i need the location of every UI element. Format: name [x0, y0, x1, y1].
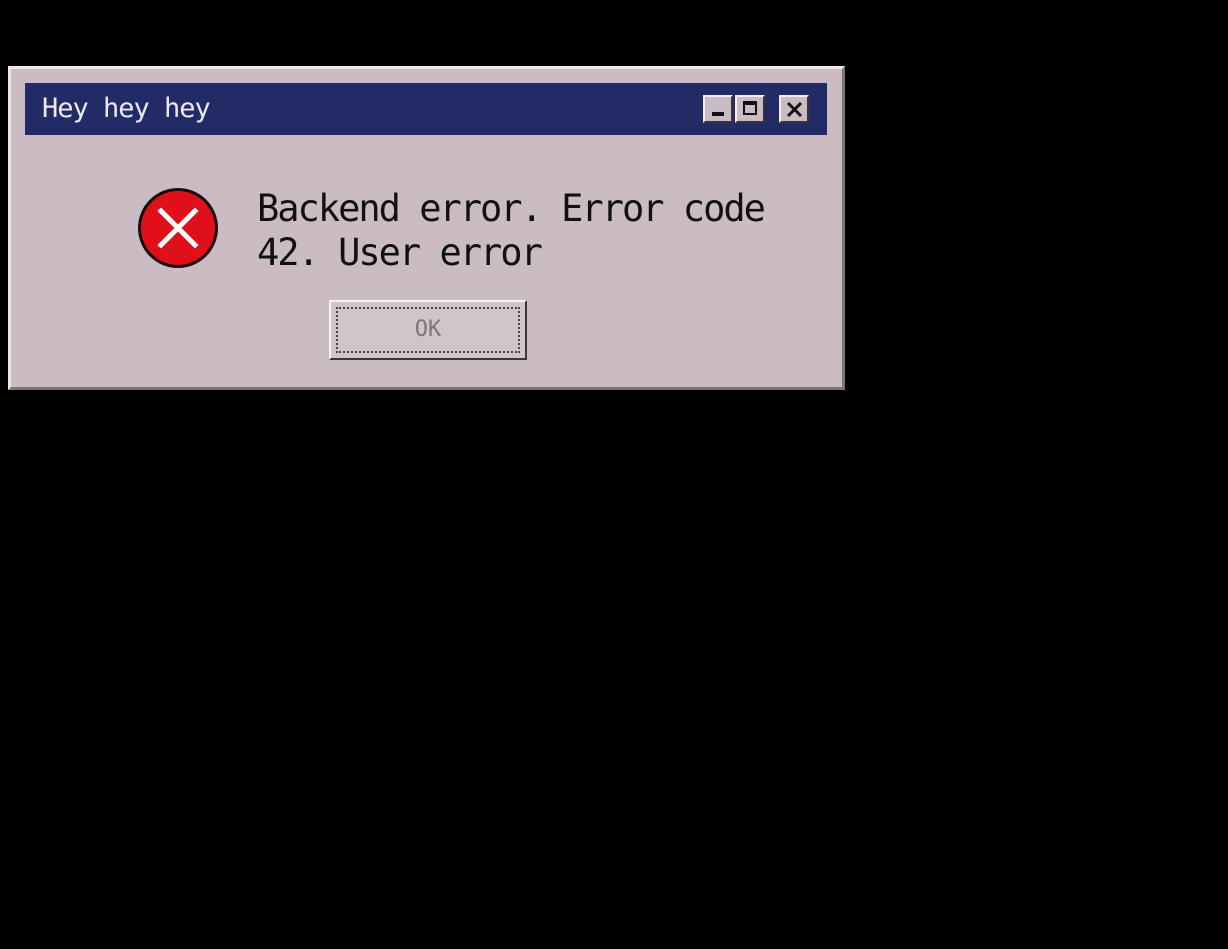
- window-title: Hey hey hey: [42, 93, 211, 124]
- close-icon: [786, 101, 803, 118]
- error-message: Backend error. Error code 42. User error: [257, 187, 766, 274]
- title-bar[interactable]: Hey hey hey: [25, 83, 827, 135]
- minimize-icon: [712, 112, 724, 116]
- close-button[interactable]: [779, 95, 809, 123]
- error-dialog: Hey hey hey Backend error. Error code 42…: [8, 66, 845, 390]
- maximize-button[interactable]: [735, 95, 765, 123]
- maximize-icon: [743, 101, 757, 115]
- minimize-button[interactable]: [703, 95, 733, 123]
- ok-button-label: OK: [414, 317, 442, 342]
- ok-button[interactable]: OK: [329, 300, 527, 360]
- error-icon: [138, 188, 218, 268]
- desktop-background: Hey hey hey Backend error. Error code 42…: [0, 0, 1228, 949]
